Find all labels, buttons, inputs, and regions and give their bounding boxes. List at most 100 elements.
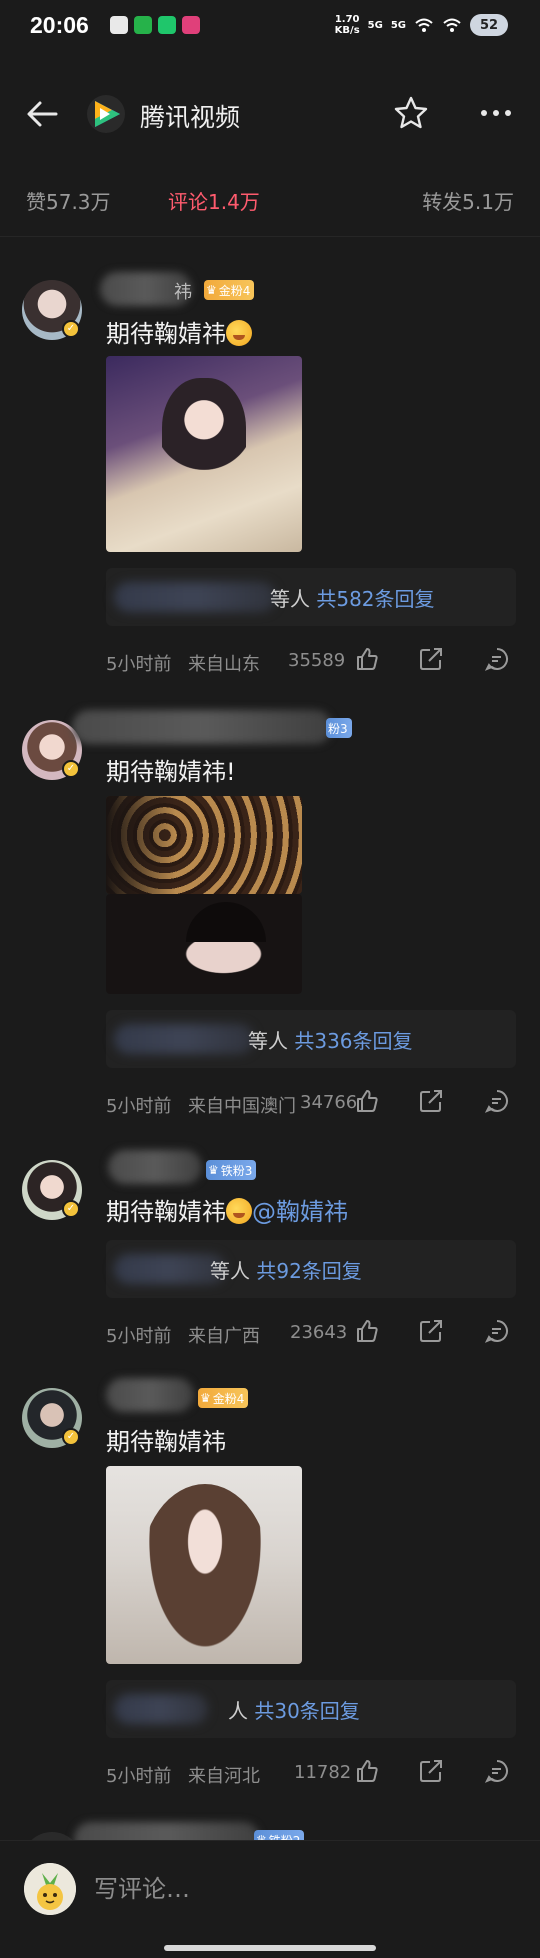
comment-item: ✓ ♛ 铁粉3 期待鞠婧祎 @鞠婧祎 等人 共92条回复 5小时前 来自广西 236… [0, 1150, 540, 1370]
home-indicator [164, 1945, 376, 1951]
reply-count-link[interactable]: 共30条回复 [254, 1699, 359, 1723]
fan-level-badge: ♛ 金粉4 [204, 280, 255, 300]
more-options-icon[interactable] [478, 106, 514, 120]
app-title[interactable]: 腾讯视频 [140, 98, 240, 134]
comment-text: 期待鞠婧祎 [106, 314, 252, 349]
fan-level-badge: 粉3 [326, 718, 352, 738]
verified-badge-icon: ✓ [62, 1200, 80, 1218]
my-avatar[interactable] [24, 1863, 76, 1915]
replier-names [114, 1024, 254, 1054]
photo-overlay [106, 796, 176, 894]
fan-level-badge: ♛ 金粉4 [198, 1388, 249, 1408]
reply-count-link[interactable]: 共92条回复 [256, 1259, 361, 1283]
comment-input[interactable]: 写评论… [94, 1869, 190, 1904]
share-icon[interactable] [418, 1318, 444, 1344]
wifi-icon [443, 18, 461, 32]
status-indicators: 1.70 KB/s 5G 5G 52 [335, 14, 508, 36]
replier-names [114, 1694, 208, 1724]
signal-icon: 5G [367, 19, 383, 31]
tencent-video-logo [87, 95, 125, 133]
comment-location: 来自山东 [188, 654, 260, 675]
comment-image[interactable] [106, 796, 302, 894]
thumbs-up-icon[interactable] [354, 646, 380, 672]
stats-tabs: 赞57.3万 评论1.4万 转发5.1万 [0, 178, 540, 222]
reply-bubble-icon[interactable] [484, 1758, 510, 1784]
user-name-tail: 祎 [174, 282, 192, 303]
wifi-icon [415, 18, 433, 32]
notification-app-icon [182, 16, 200, 34]
notification-app-icon [158, 16, 176, 34]
crown-icon: ♛ [200, 1391, 211, 1405]
comment-location: 来自河北 [188, 1766, 260, 1787]
reply-preview[interactable]: 等人 共336条回复 [106, 1010, 516, 1068]
reply-bubble-icon[interactable] [484, 1088, 510, 1114]
comment-image[interactable] [106, 1466, 302, 1664]
mention-link[interactable]: @鞠婧祎 [252, 1198, 348, 1226]
comment-image[interactable] [106, 894, 302, 994]
comment-time: 5小时前 [106, 654, 172, 675]
thumbs-up-icon[interactable] [354, 1318, 380, 1344]
comment-text: 期待鞠婧祎 [106, 1428, 226, 1456]
reply-bubble-icon[interactable] [484, 1318, 510, 1344]
comment-location: 来自中国澳门 [188, 1096, 296, 1117]
reply-count-link[interactable]: 共336条回复 [294, 1029, 412, 1053]
emoji-icon [226, 320, 252, 346]
user-name[interactable] [106, 1378, 194, 1412]
reply-preview[interactable]: 等人 共92条回复 [106, 1240, 516, 1298]
verified-badge-icon: ✓ [62, 320, 80, 338]
back-arrow-icon[interactable] [22, 94, 62, 134]
comment-item: ✓ 粉3 期待鞠婧祎! 等人 共336条回复 5小时前 来自中国澳门 34766 [0, 710, 540, 1140]
replier-names [114, 582, 276, 612]
notification-app-icon [134, 16, 152, 34]
photo-subject [162, 378, 246, 488]
thumbs-up-icon[interactable] [354, 1088, 380, 1114]
verified-badge-icon: ✓ [62, 760, 80, 778]
divider [0, 236, 540, 237]
notification-app-icon [110, 16, 128, 34]
emoji-icon [226, 1198, 252, 1224]
fan-level-badge: ♛ 铁粉3 [206, 1160, 257, 1180]
comment-time: 5小时前 [106, 1766, 172, 1787]
comment-time: 5小时前 [106, 1326, 172, 1347]
user-name[interactable] [108, 1150, 202, 1184]
comment-item: ✓ 祎 ♛ 金粉4 期待鞠婧祎 等人 共582条回复 5小时前 来自山东 3558… [0, 270, 540, 690]
like-count: 11782 [294, 1762, 352, 1783]
comment-text: 期待鞠婧祎! [106, 758, 236, 786]
thumbs-up-icon[interactable] [354, 1758, 380, 1784]
comment-location: 来自广西 [188, 1326, 260, 1347]
share-icon[interactable] [418, 1758, 444, 1784]
photo-subject [140, 1484, 270, 1664]
comment-text: 期待鞠婧祎 @鞠婧祎 [106, 1198, 348, 1226]
photo-hair [186, 902, 266, 942]
tab-forwards[interactable]: 转发5.1万 [422, 186, 514, 215]
pineapple-avatar-icon [24, 1863, 76, 1915]
tab-likes[interactable]: 赞57.3万 [26, 186, 111, 215]
verified-badge-icon: ✓ [62, 1428, 80, 1446]
tab-comments[interactable]: 评论1.4万 [168, 186, 260, 215]
like-count: 35589 [288, 650, 346, 671]
favorite-star-icon[interactable] [392, 94, 430, 132]
share-icon[interactable] [418, 1088, 444, 1114]
share-icon[interactable] [418, 646, 444, 672]
reply-bubble-icon[interactable] [484, 646, 510, 672]
comment-meta: 5小时前 来自山东 35589 [106, 646, 516, 676]
battery-indicator: 52 [470, 14, 508, 36]
comment-time: 5小时前 [106, 1096, 172, 1117]
comment-composer-bar: 写评论… [0, 1840, 540, 1958]
user-name[interactable] [72, 710, 332, 744]
comment-item: ✓ ♛ 金粉4 期待鞠婧祎 人 共30条回复 5小时前 来自河北 11782 [0, 1378, 540, 1798]
status-time: 20:06 [30, 12, 89, 38]
crown-icon: ♛ [206, 283, 217, 297]
comment-meta: 5小时前 来自中国澳门 34766 [106, 1088, 516, 1118]
comment-meta: 5小时前 来自河北 11782 [106, 1758, 516, 1788]
reply-count-link[interactable]: 共582条回复 [316, 587, 434, 611]
reply-preview[interactable]: 人 共30条回复 [106, 1680, 516, 1738]
status-bar: 20:06 1.70 KB/s 5G 5G 52 [0, 0, 540, 58]
comment-meta: 5小时前 来自广西 23643 [106, 1318, 516, 1348]
reply-preview[interactable]: 等人 共582条回复 [106, 568, 516, 626]
like-count: 23643 [290, 1322, 348, 1343]
crown-icon: ♛ [208, 1163, 219, 1177]
comment-image[interactable] [106, 356, 302, 552]
network-speed: 1.70 KB/s [334, 14, 360, 36]
signal-icon: 5G [390, 19, 406, 31]
